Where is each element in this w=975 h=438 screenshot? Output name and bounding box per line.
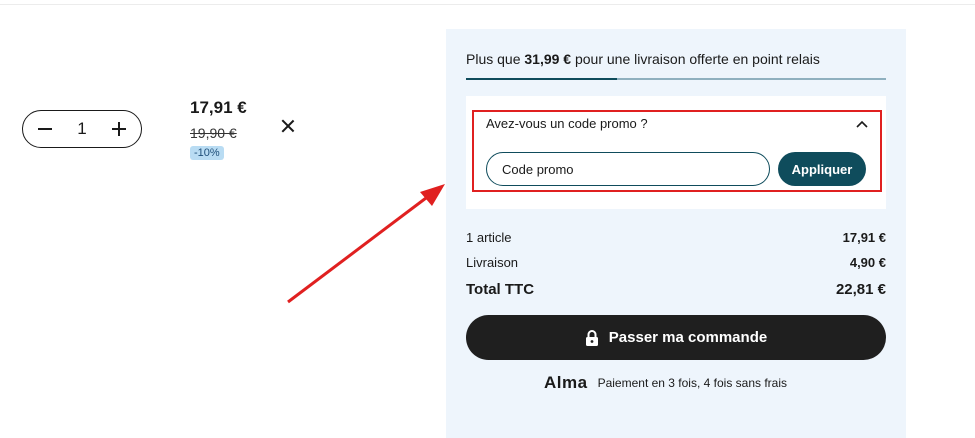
top-divider: [0, 4, 975, 5]
quantity-stepper: 1: [22, 110, 142, 148]
alma-payment-info: Alma Paiement en 3 fois, 4 fois sans fra…: [544, 373, 787, 393]
row-label: Livraison: [466, 255, 519, 270]
promo-section: Avez-vous un code promo ? Appliquer: [466, 96, 886, 209]
summary-row-total: Total TTC 22,81 €: [466, 281, 886, 298]
free-shipping-message: Plus que 31,99 € pour une livraison offe…: [466, 51, 820, 67]
promo-code-input[interactable]: [486, 152, 770, 186]
discount-badge: -10%: [190, 146, 224, 160]
total-value: 22,81 €: [835, 281, 886, 298]
promo-question[interactable]: Avez-vous un code promo ?: [486, 116, 648, 131]
plus-icon[interactable]: [111, 121, 127, 137]
order-summary-panel: Plus que 31,99 € pour une livraison offe…: [446, 29, 906, 438]
chevron-up-icon[interactable]: [856, 120, 868, 128]
checkout-button[interactable]: Passer ma commande: [466, 315, 886, 360]
close-icon[interactable]: [281, 119, 295, 133]
row-label: 1 article: [466, 230, 512, 245]
checkout-label: Passer ma commande: [608, 329, 768, 346]
minus-icon[interactable]: [37, 121, 53, 137]
summary-row-articles: 1 article 17,91 €: [466, 230, 886, 245]
alma-installments-text: Paiement en 3 fois, 4 fois sans frais: [597, 376, 788, 390]
row-value: 4,90 €: [849, 255, 886, 270]
quantity-value: 1: [77, 119, 87, 138]
apply-button[interactable]: Appliquer: [778, 152, 866, 186]
shipping-remaining-amount: 31,99 €: [524, 51, 572, 67]
summary-row-shipping: Livraison 4,90 €: [466, 255, 886, 270]
row-value: 17,91 €: [842, 230, 886, 245]
lock-icon: [585, 329, 598, 346]
total-label: Total TTC: [466, 281, 535, 298]
shipping-progress-bar: [466, 78, 886, 80]
shipping-progress-fill: [466, 78, 618, 80]
alma-logo: Alma: [544, 373, 588, 392]
item-old-price: 19,90 €: [190, 125, 237, 141]
item-price: 17,91 €: [190, 98, 247, 117]
